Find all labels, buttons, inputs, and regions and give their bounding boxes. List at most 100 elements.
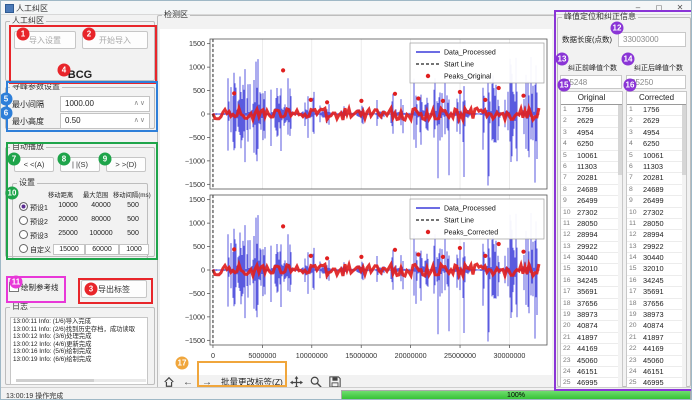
step-forward-button[interactable]: > >(D) [106,157,146,172]
import-settings-button[interactable]: 导入设置 [14,31,76,49]
custom-move-input[interactable]: 15000 [53,244,85,255]
step-back-button[interactable]: < <(A) [14,157,54,172]
table-row[interactable]: 2040874 [561,321,622,332]
row-index: 14 [629,253,637,263]
svg-text:1500: 1500 [189,195,205,204]
row-index: 6 [563,162,567,172]
table-row[interactable]: 1837656 [627,299,686,310]
table-row[interactable]: 1735691 [627,287,686,298]
table-row[interactable]: 2446151 [627,367,686,378]
signal-chart-bottom[interactable]: 150010005000−500−1000−150005000000100000… [160,191,552,365]
peak-value: 28050 [643,219,664,229]
table-row[interactable]: 926499 [627,196,686,207]
row-index: 24 [629,367,637,377]
min-height-value: 0.50 [65,116,81,125]
table-row[interactable]: 11756 [627,105,686,116]
table-row[interactable]: 1128050 [561,219,622,230]
table-row[interactable]: 2345060 [627,356,686,367]
original-peaks-table[interactable]: Original11756226293495446250510061611303… [560,91,623,389]
maximize-button[interactable]: ◻ [650,2,668,13]
svg-text:1500: 1500 [189,39,205,48]
log-box[interactable]: 13:00:11 Info: (1/6)导入完成13:00:11 Info: (… [10,317,148,385]
table-row[interactable]: 1329922 [627,242,686,253]
table-row[interactable]: 2446151 [561,367,622,378]
table-row[interactable]: 1735691 [561,287,622,298]
table-row[interactable]: 34954 [627,128,686,139]
preset2-radio[interactable]: 预设2 [19,216,48,227]
preset3-radio[interactable]: 预设3 [19,230,48,241]
preset-row-1: 预设1 10000 40000 500 [13,202,147,214]
table-row[interactable]: 611303 [561,162,622,173]
table-row[interactable]: 1938973 [627,310,686,321]
after-count-label: 纠正后峰值个数 [634,63,683,73]
min-height-label: 最小高度 [12,116,44,127]
table-row[interactable]: 1430440 [561,253,622,264]
peak-value: 40874 [643,321,664,331]
table-row[interactable]: 611303 [627,162,686,173]
table-row[interactable]: 2141897 [561,333,622,344]
signal-chart-top[interactable]: 150010005000−500−1000−1500Data_Processed… [160,35,552,191]
peak-params-group: 寻峰参数设置 最小间隔 1000.00 ∧∨ 最小高度 0.50 ∧∨ [5,83,155,129]
pause-button[interactable]: | |(S) [60,157,100,172]
table-row[interactable]: 824689 [561,185,622,196]
table-row[interactable]: 720281 [627,173,686,184]
peak-value: 38973 [577,310,598,320]
table-row[interactable]: 1430440 [627,253,686,264]
table-row[interactable]: 1634245 [627,276,686,287]
row-index: 18 [563,299,571,309]
start-import-button[interactable]: 开始导入 [82,31,148,49]
table-row[interactable]: 2141897 [627,333,686,344]
row-index: 10 [629,208,637,218]
table-row[interactable]: 1128050 [627,219,686,230]
table-row[interactable]: 1329922 [561,242,622,253]
draw-reference-checkbox[interactable] [9,282,19,292]
table-row[interactable]: 46250 [627,139,686,150]
table-row[interactable]: 46250 [561,139,622,150]
table-row[interactable]: 1228994 [561,230,622,241]
table-row[interactable]: 1634245 [561,276,622,287]
table-row[interactable]: 1532010 [627,264,686,275]
table-row[interactable]: 11756 [561,105,622,116]
table-row[interactable]: 720281 [561,173,622,184]
table-row[interactable]: 2244169 [561,344,622,355]
row-index: 12 [563,230,571,240]
table-row[interactable]: 1027302 [627,208,686,219]
min-interval-spinbox[interactable]: 1000.00 ∧∨ [60,96,150,112]
table-row[interactable]: 2345060 [561,356,622,367]
table-row[interactable]: 510061 [627,151,686,162]
table-row[interactable]: 18 37656 [561,299,622,310]
row-index: 4 [629,139,633,149]
table-row[interactable]: 1532010 [561,264,622,275]
spinner-arrows-icon[interactable]: ∧∨ [134,99,146,107]
table-scrollbar[interactable] [618,105,622,388]
table-scrollbar[interactable] [682,105,686,388]
table-row[interactable]: 1228994 [627,230,686,241]
svg-text:−500: −500 [189,133,205,142]
table-row[interactable]: 2244169 [627,344,686,355]
export-labels-button[interactable]: 导出标签 [81,280,147,298]
before-count-label: 纠正前峰值个数 [568,63,617,73]
settings-title: 设置 [17,179,37,187]
table-row[interactable]: 22629 [561,116,622,127]
table-row[interactable]: 1938973 [561,310,622,321]
table-row[interactable]: 34954 [561,128,622,139]
table-row[interactable]: 510061 [561,151,622,162]
peak-value: 37656 [577,299,598,309]
table-row[interactable]: 926499 [561,196,622,207]
preset2-interval: 500 [119,216,147,223]
preset1-radio[interactable]: 预设1 [19,202,48,213]
close-button[interactable]: ✕ [671,2,689,13]
svg-text:−1000: −1000 [185,312,205,321]
custom-radio[interactable]: 自定义 [19,244,51,255]
table-row[interactable]: 22629 [627,116,686,127]
table-row[interactable]: 1027302 [561,208,622,219]
custom-range-input[interactable]: 60000 [85,244,119,255]
spinner-arrows-icon[interactable]: ∧∨ [134,116,146,124]
table-row[interactable]: 824689 [627,185,686,196]
min-height-spinbox[interactable]: 0.50 ∧∨ [60,113,150,129]
corrected-peaks-table[interactable]: Corrected1175622629349544625051006161130… [626,91,687,389]
table-row[interactable]: 2040874 [627,321,686,332]
log-scrollbar[interactable] [16,379,146,382]
custom-interval-input[interactable]: 1000 [119,244,149,255]
svg-text:Peaks_Corrected: Peaks_Corrected [444,230,498,237]
